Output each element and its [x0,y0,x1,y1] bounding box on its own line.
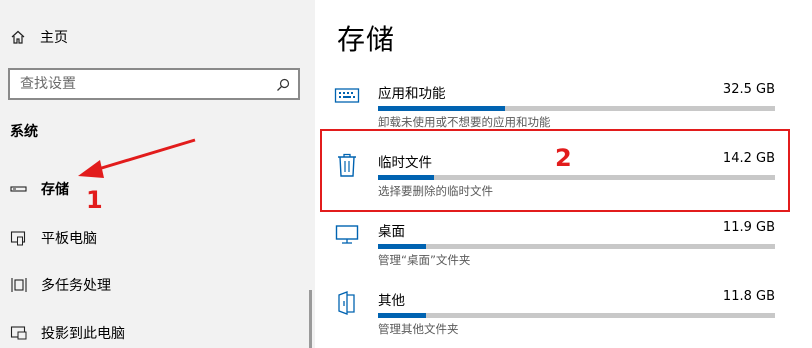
sidebar-scrollbar[interactable] [309,290,312,348]
storage-usage-bar [378,313,775,318]
storage-icon [10,180,28,198]
tablet-icon [10,229,28,247]
sidebar-item-tablet[interactable]: 平板电脑 [10,226,97,250]
home-nav-item[interactable]: 主页 [10,26,68,48]
search-input[interactable] [20,76,270,92]
storage-item-desc: 管理其他文件夹 [378,322,459,336]
annotation-label-2: 2 [555,144,572,172]
storage-item-size: 11.9 GB [722,220,775,235]
storage-item-desc: 卸载未使用或不想要的应用和功能 [378,115,551,129]
folder-icon [333,289,361,317]
storage-item-name: 其他 [378,293,405,309]
sidebar-item-project[interactable]: 投影到此电脑 [10,321,125,345]
page-title: 存储 [337,23,396,56]
apps-keyboard-icon [333,82,361,110]
sidebar-item-multitask[interactable]: 多任务处理 [10,273,111,297]
storage-usage-bar [378,106,775,111]
section-title: 系统 [10,124,38,140]
storage-item-desc: 管理“桌面”文件夹 [378,253,471,267]
storage-item-name: 桌面 [378,224,405,240]
annotation-label-1: 1 [86,186,103,214]
sidebar-item-storage[interactable]: 存储 [10,177,69,201]
storage-usage-bar [378,244,775,249]
sidebar-item-label: 存储 [41,182,69,198]
storage-item-name: 应用和功能 [378,86,446,102]
home-icon [10,29,26,45]
sidebar-item-label: 平板电脑 [41,231,97,247]
search-icon[interactable] [276,77,290,91]
project-icon [10,324,28,342]
desktop-icon [333,220,361,248]
sidebar: 主页 系统 存储 平板电脑 多任务处理 投影到此电脑 [0,0,315,348]
storage-item-size: 32.5 GB [722,82,775,97]
multitask-icon [10,276,28,294]
storage-usage-fill [378,244,426,249]
sidebar-item-label: 多任务处理 [41,278,111,294]
sidebar-item-label: 投影到此电脑 [41,326,125,342]
storage-usage-fill [378,313,426,318]
storage-usage-fill [378,106,506,111]
home-label: 主页 [40,30,68,46]
search-box[interactable] [8,68,300,100]
storage-item-size: 11.8 GB [722,289,775,304]
